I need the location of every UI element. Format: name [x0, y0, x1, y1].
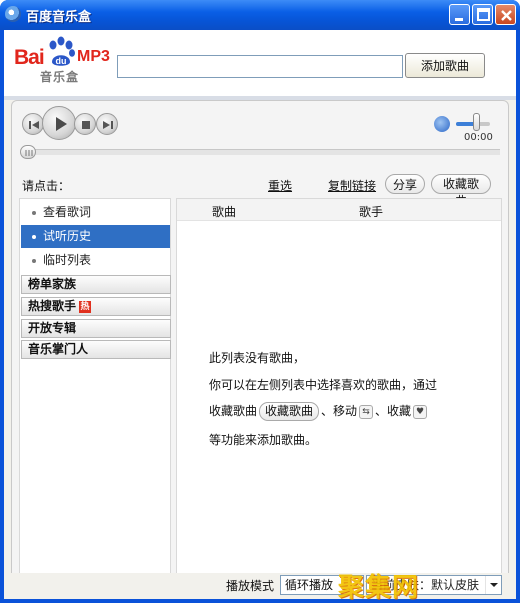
volume-fill: [456, 122, 475, 126]
empty-collect-text: 收藏歌曲: [209, 404, 258, 418]
heart-icon[interactable]: ♥: [413, 404, 428, 419]
seek-bar[interactable]: [22, 149, 500, 155]
play-mode-select[interactable]: 循环播放: [280, 575, 364, 595]
sidebar-item-label: 临时列表: [43, 253, 92, 267]
bullet-icon: [32, 211, 36, 215]
sidebar-item-lyrics[interactable]: 查看歌词: [21, 201, 170, 224]
volume-knob[interactable]: [473, 113, 480, 131]
play-mode-label: 播放模式: [226, 579, 275, 593]
app-window: 百度音乐盒 Bai du MP3 音乐盒 添加歌曲 00:00 请点击： 重选 …: [0, 0, 520, 603]
title-bar[interactable]: 百度音乐盒: [0, 0, 520, 30]
next-icon: [103, 121, 113, 129]
sidebar-item-temp-list[interactable]: 临时列表: [21, 249, 170, 272]
hot-badge: 热: [79, 300, 92, 313]
maximize-button[interactable]: [472, 4, 493, 25]
client-area: Bai du MP3 音乐盒 添加歌曲 00:00 请点击： 重选 复制链接 分…: [4, 30, 516, 603]
chevron-down-icon[interactable]: [485, 576, 501, 594]
seek-knob[interactable]: [20, 145, 36, 159]
window-title: 百度音乐盒: [26, 10, 92, 25]
category-hot-artists[interactable]: 热搜歌手热: [21, 297, 171, 316]
column-header: 歌曲 歌手: [177, 199, 501, 221]
column-song[interactable]: 歌曲: [212, 203, 236, 220]
play-button[interactable]: [42, 106, 76, 140]
bullet-icon: [32, 235, 36, 239]
collect-song-button[interactable]: 收藏歌曲: [431, 174, 491, 208]
prev-button[interactable]: [22, 113, 44, 135]
logo-subtitle: 音乐盒: [40, 70, 80, 84]
baidu-mp3-logo: Bai du MP3 音乐盒: [14, 36, 114, 86]
category-label: 音乐掌门人: [28, 342, 89, 356]
volume-icon[interactable]: [434, 116, 450, 132]
close-icon: [501, 10, 512, 21]
play-icon: [56, 117, 67, 131]
logo-du: du: [56, 56, 67, 66]
minimize-button[interactable]: [449, 4, 470, 25]
maximize-icon: [477, 8, 490, 21]
close-button[interactable]: [495, 4, 516, 25]
paw-logo-icon: du: [49, 36, 75, 66]
empty-collect-button[interactable]: 收藏歌曲: [259, 402, 320, 421]
add-song-button[interactable]: 添加歌曲: [405, 53, 485, 78]
category-charts[interactable]: 榜单家族: [21, 275, 171, 294]
stop-icon: [82, 121, 90, 129]
empty-favorite-text: 、收藏: [375, 404, 412, 418]
bullet-icon: [32, 259, 36, 263]
sidebar-item-label: 查看歌词: [43, 205, 92, 219]
empty-move-text: 、移动: [321, 404, 358, 418]
share-button[interactable]: 分享: [385, 174, 425, 194]
column-artist[interactable]: 歌手: [359, 203, 383, 220]
empty-line-4: 等功能来添加歌曲。: [209, 433, 318, 447]
category-open-albums[interactable]: 开放专辑: [21, 319, 171, 338]
player-panel: 00:00 请点击： 重选 复制链接 分享 收藏歌曲 查看歌词 试听历史 临时列…: [11, 100, 509, 594]
sidebar: 查看歌词 试听历史 临时列表 榜单家族 热搜歌手热 开放专辑 音乐掌门人: [19, 198, 171, 579]
minimize-icon: [455, 18, 463, 21]
status-bar: 播放模式 循环播放 当前皮肤：默认皮肤 聚集网: [4, 573, 516, 603]
reselect-link[interactable]: 重选: [268, 177, 292, 194]
move-icon[interactable]: ⇆: [359, 404, 374, 419]
category-music-master[interactable]: 音乐掌门人: [21, 340, 171, 359]
copy-link-link[interactable]: 复制链接: [328, 177, 376, 194]
empty-line-2: 你可以在左侧列表中选择喜欢的歌曲，通过: [209, 378, 438, 392]
header: Bai du MP3 音乐盒 添加歌曲: [4, 30, 516, 96]
grip-icon: [25, 150, 33, 156]
category-label: 热搜歌手: [28, 299, 77, 313]
sidebar-item-history[interactable]: 试听历史: [21, 225, 170, 248]
stop-button[interactable]: [74, 113, 96, 135]
sidebar-item-label: 试听历史: [43, 229, 92, 243]
app-icon[interactable]: [5, 6, 21, 22]
hint-label: 请点击：: [22, 179, 71, 193]
song-search-input[interactable]: [117, 55, 403, 78]
next-button[interactable]: [96, 113, 118, 135]
time-display: 00:00: [464, 132, 493, 143]
logo-suffix: MP3: [77, 48, 110, 65]
song-list-panel: 歌曲 歌手 此列表没有歌曲， 你可以在左侧列表中选择喜欢的歌曲，通过 收藏歌曲收…: [176, 198, 502, 579]
skin-select[interactable]: 当前皮肤：默认皮肤: [366, 575, 502, 595]
logo-brand: Bai: [14, 46, 45, 69]
empty-line-3: 收藏歌曲 收藏歌曲 、移动 ⇆ 、收藏 ♥: [209, 402, 429, 421]
category-label: 榜单家族: [28, 277, 77, 291]
category-label: 开放专辑: [28, 321, 77, 335]
empty-line-1: 此列表没有歌曲，: [209, 351, 306, 365]
skin-select-value: 当前皮肤：默认皮肤: [371, 578, 480, 592]
